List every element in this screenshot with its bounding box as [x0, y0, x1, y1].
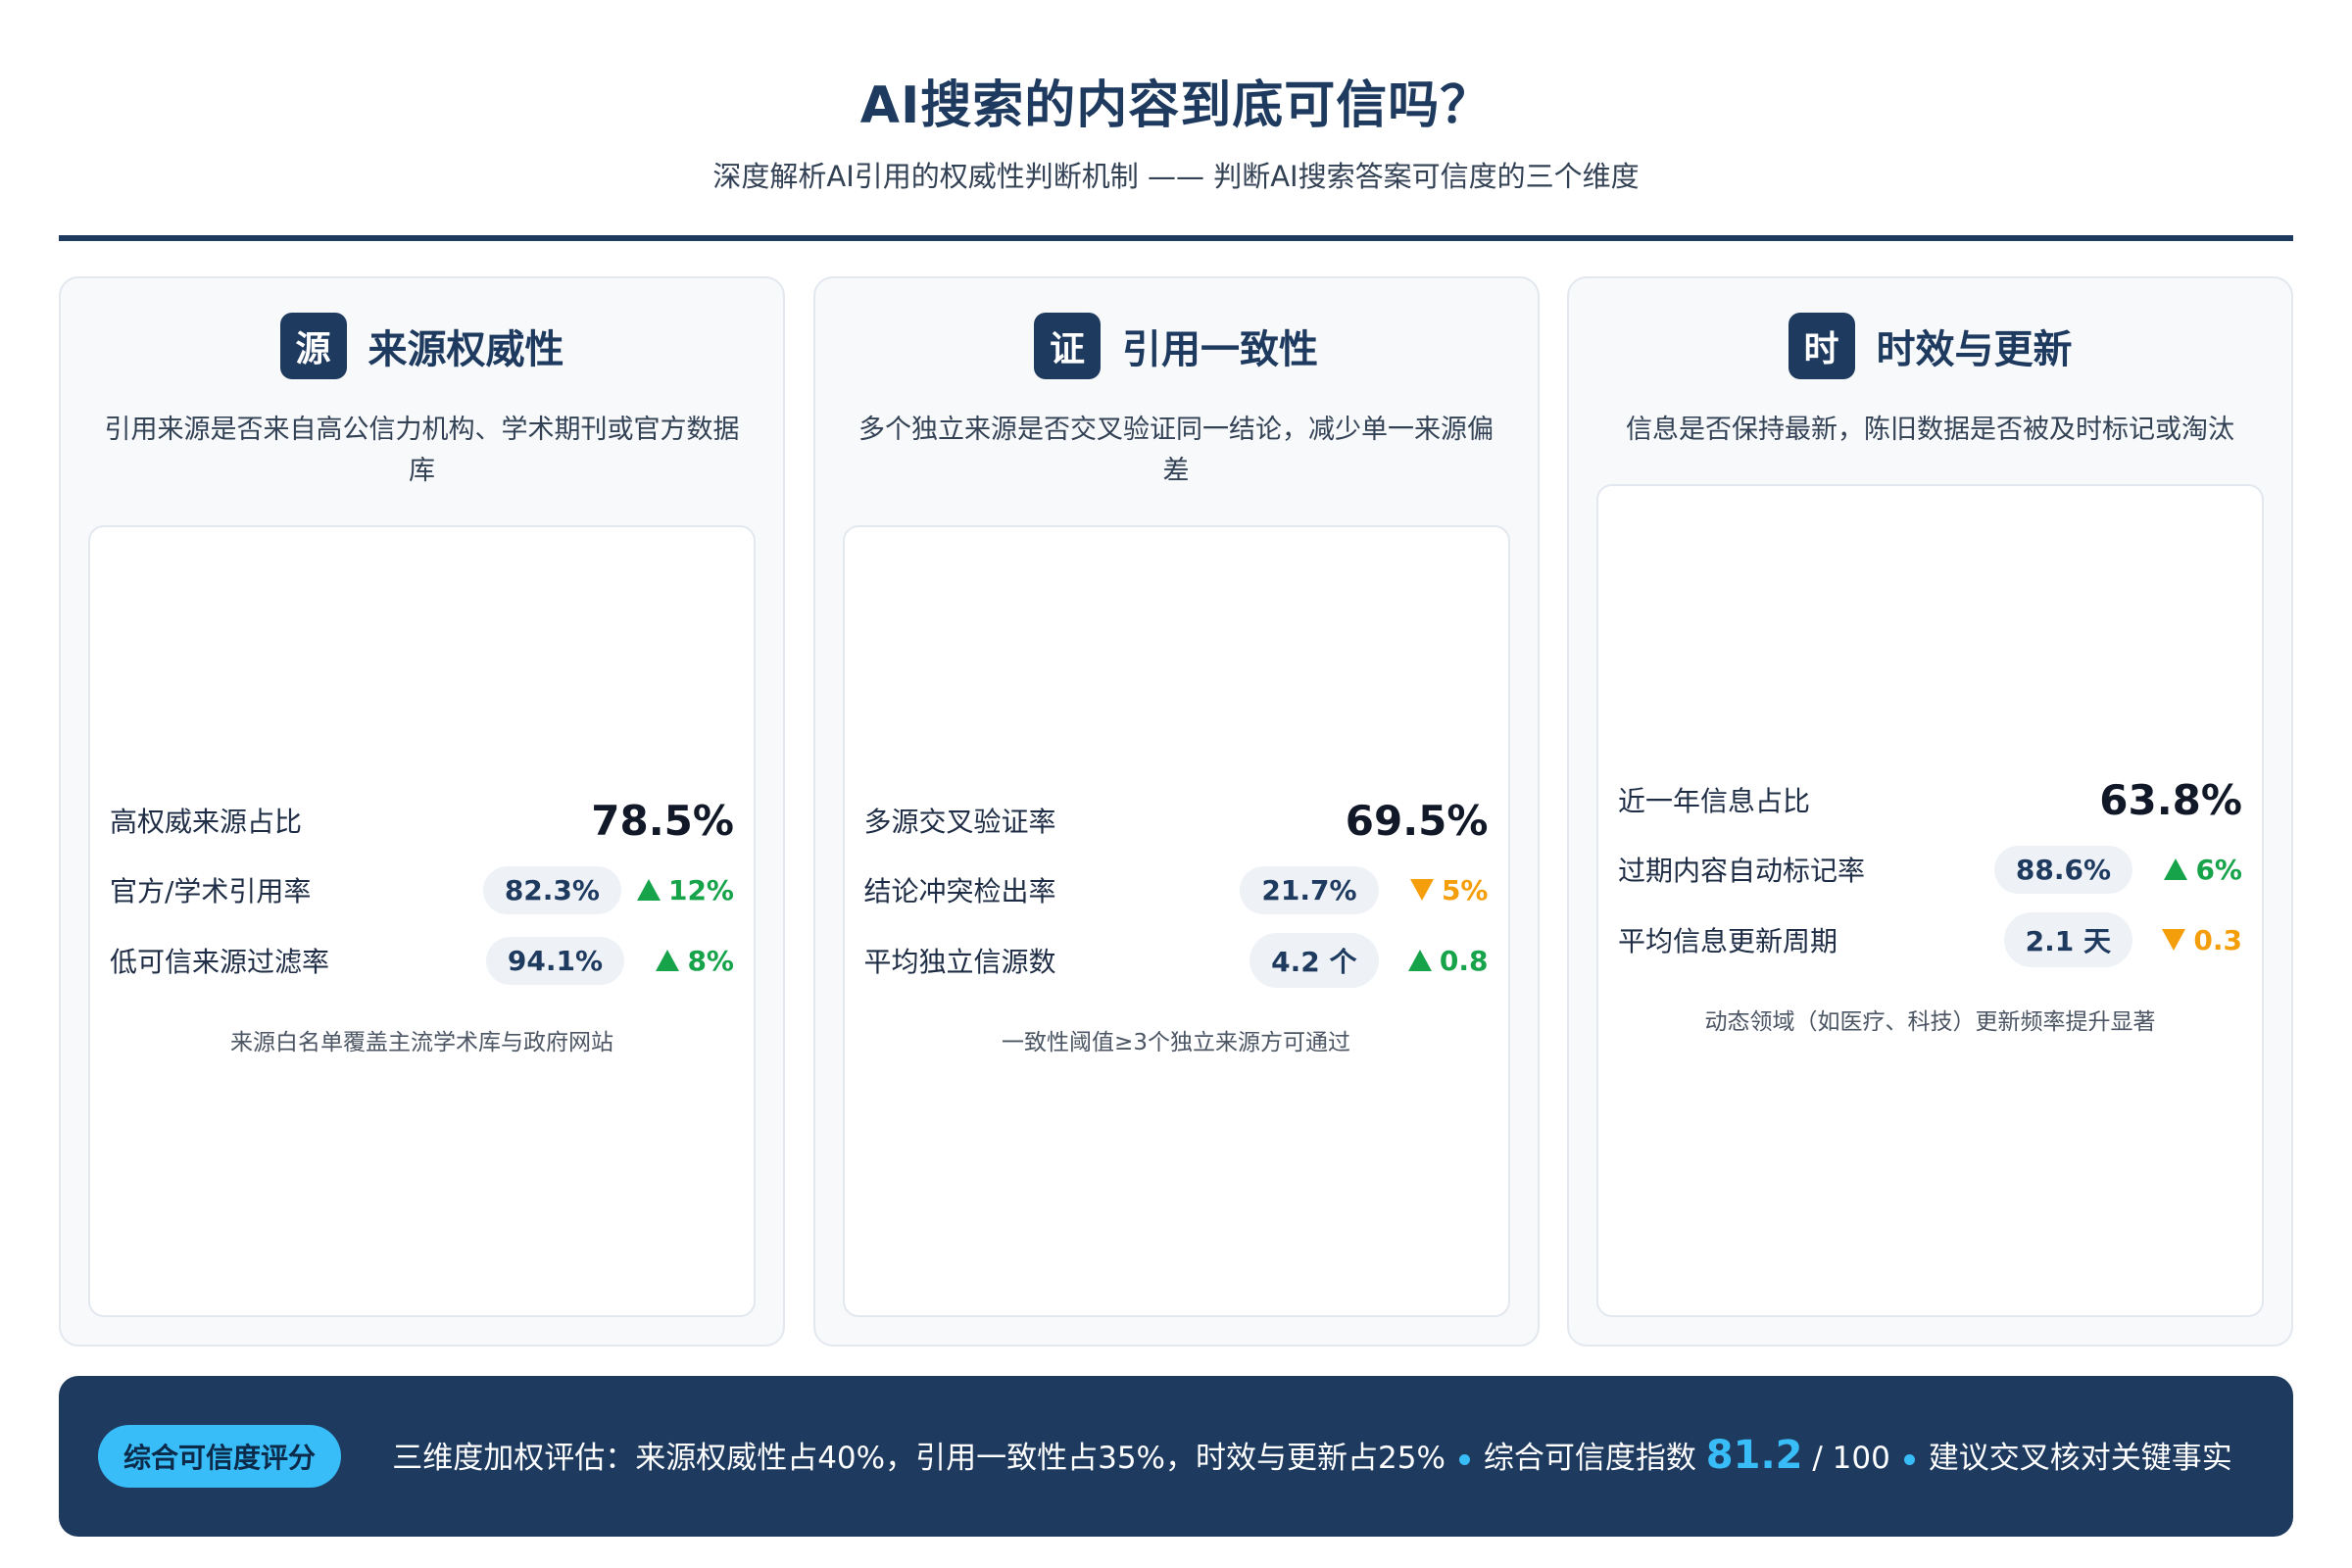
metric-row: 结论冲突检出率 21.7% 5%: [864, 855, 1489, 925]
card-timeliness: 时 时效与更新 信息是否保持最新，陈旧数据是否被及时标记或淘汰 近一年信息占比 …: [1567, 276, 2293, 1347]
card-description: 多个独立来源是否交叉验证同一结论，减少单一来源偏差: [858, 415, 1494, 486]
card-source-authority: 源 来源权威性 引用来源是否来自高公信力机构、学术期刊或官方数据库 高权威来源占…: [59, 276, 785, 1347]
summary-weights: 三维度加权评估：来源权威性占40%，引用一致性占35%，时效与更新占25%: [392, 1440, 1446, 1476]
summary-index-label: 综合可信度指数: [1483, 1440, 1696, 1476]
bullet-dot-icon: [1903, 1453, 1915, 1465]
metric-values: 94.1% 8%: [485, 936, 734, 985]
main-metric-label: 多源交叉验证率: [863, 806, 1056, 838]
summary-score-max: / 100: [1812, 1440, 1890, 1476]
main-metric-row: 多源交叉验证率 69.5%: [864, 786, 1489, 855]
card-header: 源 来源权威性: [88, 312, 756, 380]
card-title: 引用一致性: [1122, 327, 1318, 372]
main-metric-row: 高权威来源占比 78.5%: [110, 786, 734, 855]
arrow-up-icon: [2164, 858, 2188, 880]
metrics-panel: 多源交叉验证率 69.5% 结论冲突检出率 21.7% 5% 平均独立信源数 4…: [842, 525, 1510, 1317]
metric-delta: 0.8: [1395, 945, 1489, 977]
page-title: AI搜索的内容到底可信吗？: [859, 76, 1493, 135]
metric-row: 低可信来源过滤率 94.1% 8%: [110, 925, 734, 996]
metric-values: 21.7% 5%: [1240, 865, 1489, 914]
metric-value-pill: 21.7%: [1240, 865, 1379, 914]
card-description: 信息是否保持最新，陈旧数据是否被及时标记或淘汰: [1626, 415, 2234, 445]
metric-delta-value: 12%: [667, 873, 734, 906]
metrics-panel: 高权威来源占比 78.5% 官方/学术引用率 82.3% 12% 低可信来源过滤…: [88, 525, 756, 1317]
main-metric-value: 69.5%: [1345, 796, 1489, 845]
metric-delta: 5%: [1395, 874, 1489, 906]
metrics-panel: 近一年信息占比 63.8% 过期内容自动标记率 88.6% 6% 平均信息更新周…: [1596, 484, 2264, 1317]
card-citation-consistency: 证 引用一致性 多个独立来源是否交叉验证同一结论，减少单一来源偏差 多源交叉验证…: [812, 276, 1540, 1347]
arrow-down-icon: [2162, 929, 2186, 951]
summary-bar: 综合可信度评分 三维度加权评估：来源权威性占40%，引用一致性占35%，时效与更…: [59, 1376, 2293, 1537]
page: AI搜索的内容到底可信吗？ 深度解析AI引用的权威性判断机制 —— 判断AI搜索…: [0, 0, 2352, 1568]
bullet-dot-icon: [1458, 1453, 1470, 1465]
card-badge: 源: [279, 313, 347, 379]
arrow-down-icon: [1409, 879, 1434, 901]
page-subtitle: 深度解析AI引用的权威性判断机制 —— 判断AI搜索答案可信度的三个维度: [712, 160, 1640, 193]
card-title: 时效与更新: [1876, 327, 2073, 372]
arrow-up-icon: [656, 950, 680, 971]
summary-badge: 综合可信度评分: [98, 1425, 342, 1488]
main-metric-label: 近一年信息占比: [1618, 785, 1811, 817]
metric-delta: 6%: [2148, 854, 2242, 886]
main-metric-value: 78.5%: [591, 796, 734, 845]
metric-delta: 0.3: [2148, 924, 2242, 956]
metric-label: 官方/学术引用率: [110, 875, 312, 907]
metric-label: 过期内容自动标记率: [1618, 855, 1866, 887]
dimension-cards: 源 来源权威性 引用来源是否来自高公信力机构、学术期刊或官方数据库 高权威来源占…: [59, 276, 2293, 1347]
metric-delta-value: 0.8: [1439, 944, 1489, 977]
metric-delta-value: 8%: [687, 944, 734, 977]
metric-delta-value: 0.3: [2193, 923, 2242, 956]
metric-label: 结论冲突检出率: [863, 875, 1056, 907]
metric-value-pill: 2.1 天: [2003, 912, 2132, 967]
arrow-up-icon: [636, 879, 661, 901]
metric-row: 过期内容自动标记率 88.6% 6%: [1618, 834, 2242, 905]
card-note: 来源白名单覆盖主流学术库与政府网站: [230, 1030, 613, 1055]
metric-label: 平均独立信源数: [863, 946, 1056, 978]
card-header: 证 引用一致性: [843, 312, 1510, 380]
card-title: 来源权威性: [368, 327, 564, 372]
metric-values: 82.3% 12%: [482, 865, 734, 914]
summary-advice: 建议交叉核对关键事实: [1928, 1440, 2232, 1476]
metric-delta-value: 5%: [1441, 873, 1489, 906]
metric-row: 平均信息更新周期 2.1 天 0.3: [1618, 905, 2242, 975]
card-badge: 时: [1788, 313, 1855, 379]
card-header: 时 时效与更新: [1596, 312, 2264, 380]
arrow-up-icon: [1407, 950, 1432, 971]
metric-label: 平均信息更新周期: [1618, 925, 1838, 957]
main-metric-label: 高权威来源占比: [110, 806, 303, 838]
card-badge: 证: [1034, 313, 1101, 379]
metric-delta: 8%: [640, 945, 734, 977]
metric-values: 88.6% 6%: [1993, 845, 2242, 894]
card-note: 一致性阈值≥3个独立来源方可通过: [1002, 1030, 1350, 1055]
metric-row: 官方/学术引用率 82.3% 12%: [110, 855, 734, 925]
metric-values: 4.2 个 0.8: [1250, 933, 1489, 988]
main-metric-row: 近一年信息占比 63.8%: [1618, 765, 2242, 834]
header: AI搜索的内容到底可信吗？ 深度解析AI引用的权威性判断机制 —— 判断AI搜索…: [59, 0, 2293, 198]
card-description: 引用来源是否来自高公信力机构、学术期刊或官方数据库: [104, 415, 740, 486]
metric-label: 低可信来源过滤率: [110, 946, 330, 978]
main-metric-value: 63.8%: [2099, 775, 2242, 824]
metric-delta: 12%: [636, 873, 734, 906]
metric-values: 2.1 天 0.3: [2003, 912, 2242, 967]
metric-delta-value: 6%: [2195, 853, 2242, 886]
metric-value-pill: 94.1%: [485, 936, 624, 985]
metric-row: 平均独立信源数 4.2 个 0.8: [864, 925, 1489, 996]
header-divider: [59, 235, 2293, 241]
summary-score: 81.2: [1705, 1432, 1803, 1478]
metric-value-pill: 88.6%: [1993, 845, 2132, 894]
summary-text: 三维度加权评估：来源权威性占40%，引用一致性占35%，时效与更新占25% 综合可…: [370, 1430, 2254, 1484]
metric-value-pill: 82.3%: [482, 865, 621, 914]
metric-value-pill: 4.2 个: [1250, 933, 1379, 988]
card-note: 动态领域（如医疗、科技）更新频率提升显著: [1704, 1009, 2156, 1035]
